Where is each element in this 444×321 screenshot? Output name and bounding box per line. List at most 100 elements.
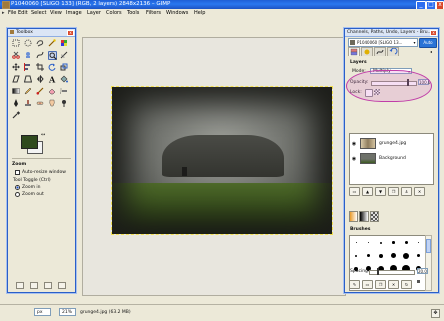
eraser-icon[interactable] (48, 87, 56, 95)
dodge-burn-icon[interactable] (60, 99, 68, 107)
dock-close-button[interactable]: x (430, 30, 437, 36)
crop-icon[interactable] (36, 63, 44, 71)
zoom-dropdown[interactable]: 21% (59, 308, 76, 316)
brush-tip[interactable] (413, 236, 425, 249)
rotate-icon[interactable] (48, 63, 56, 71)
menu-file[interactable]: File (8, 10, 16, 16)
toolbox-close-button[interactable]: x (67, 30, 74, 36)
bucket-fill-icon[interactable] (60, 75, 68, 83)
menu-windows[interactable]: Windows (166, 10, 188, 16)
menu-select[interactable]: Select (31, 10, 46, 16)
layer-row-grunge[interactable]: ◉ grunge4.jpg (350, 137, 433, 150)
menu-help[interactable]: Help (194, 10, 205, 16)
brush-tip[interactable] (363, 249, 375, 262)
perspective-icon[interactable] (24, 75, 32, 83)
spacing-slider-handle[interactable] (376, 268, 379, 275)
delete-options-icon[interactable] (44, 282, 52, 289)
tab-layers[interactable] (348, 47, 360, 56)
auto-resize-checkbox[interactable] (15, 170, 20, 175)
refresh-brushes-icon[interactable]: ↻ (401, 280, 412, 289)
save-options-icon[interactable] (16, 282, 24, 289)
tab-undo[interactable] (387, 47, 399, 56)
unit-dropdown[interactable]: px (34, 308, 51, 316)
window-title-bar[interactable]: P1040060 [SLIGO 133] (RGB, 2 layers) 284… (0, 0, 444, 10)
menu-colors[interactable]: Colors (106, 10, 122, 16)
paths-icon[interactable] (36, 51, 44, 59)
zoom-out-radio[interactable] (15, 192, 20, 197)
brush-tip[interactable] (400, 236, 412, 249)
tab-brushes[interactable] (359, 211, 369, 222)
delete-layer-icon[interactable]: ✕ (414, 187, 425, 196)
zoom-tool-icon[interactable] (48, 51, 57, 60)
tab-channels[interactable] (361, 47, 373, 56)
tab-gradients[interactable] (349, 211, 359, 222)
new-brush-icon[interactable]: ▭ (362, 280, 373, 289)
brush-tip[interactable] (400, 249, 412, 262)
shear-icon[interactable] (12, 75, 20, 83)
blend-icon[interactable] (12, 87, 20, 95)
panel-menu-icon[interactable]: ◂ (430, 49, 435, 54)
brush-tip[interactable] (363, 236, 375, 249)
eye-icon[interactable]: ◉ (350, 156, 358, 162)
menu-tools[interactable]: Tools (127, 10, 139, 16)
dock-title-bar[interactable]: Channels, Paths, Undo, Layers - Bru... x (345, 29, 438, 37)
swap-colors-icon[interactable]: ↔ (41, 133, 46, 138)
fuzzy-select-icon[interactable] (48, 39, 56, 47)
image-layer-photo[interactable] (111, 86, 333, 235)
brush-tip[interactable] (350, 249, 362, 262)
lower-layer-icon[interactable]: ▼ (375, 187, 386, 196)
menu-edit[interactable]: Edit (18, 10, 28, 16)
brushes-scroll-thumb[interactable] (426, 239, 431, 253)
new-layer-icon[interactable]: ▭ (349, 187, 360, 196)
heal-icon[interactable] (36, 99, 44, 107)
brush-tip[interactable] (350, 236, 362, 249)
brush-tip[interactable] (413, 249, 425, 262)
zoom-out-option[interactable]: Zoom out (15, 192, 44, 197)
restore-options-icon[interactable] (30, 282, 38, 289)
clone-icon[interactable] (24, 99, 32, 107)
delete-brush-icon[interactable]: ✕ (388, 280, 399, 289)
duplicate-brush-icon[interactable]: ❐ (375, 280, 386, 289)
tab-paths[interactable] (374, 47, 386, 56)
eye-icon[interactable]: ◉ (350, 141, 358, 147)
brush-tip[interactable] (375, 249, 387, 262)
menu-layer[interactable]: Layer (87, 10, 101, 16)
menu-filters[interactable]: Filters (146, 10, 161, 16)
edit-brush-icon[interactable]: ✎ (349, 280, 360, 289)
zoom-in-option[interactable]: Zoom in (15, 185, 41, 190)
auto-resize-option[interactable]: Auto-resize window (15, 170, 66, 175)
foreground-color-swatch[interactable] (21, 135, 38, 149)
measure-icon[interactable] (60, 51, 68, 59)
menu-image[interactable]: Image (66, 10, 82, 16)
navigate-icon[interactable]: ✥ (431, 309, 440, 318)
lasso-icon[interactable] (36, 39, 44, 47)
image-select-dropdown[interactable]: P1040060 [SLIGO 13... ▾ (348, 38, 418, 47)
text-icon[interactable]: A (48, 75, 56, 83)
color-picker-icon[interactable] (12, 111, 20, 119)
foreground-select-icon[interactable] (24, 51, 32, 59)
reset-options-icon[interactable] (58, 282, 66, 289)
brush-tip[interactable] (388, 236, 400, 249)
smudge-icon[interactable] (48, 99, 56, 107)
raise-layer-icon[interactable]: ▲ (362, 187, 373, 196)
brush-tip[interactable] (388, 249, 400, 262)
anchor-layer-icon[interactable]: ⚓ (401, 187, 412, 196)
duplicate-layer-icon[interactable]: ❐ (388, 187, 399, 196)
color-select-icon[interactable] (60, 39, 68, 47)
airbrush-icon[interactable] (60, 87, 68, 95)
rect-select-icon[interactable] (12, 39, 20, 47)
spacing-value-field[interactable]: 20.0 (417, 268, 428, 274)
move-icon[interactable] (12, 63, 20, 71)
ink-icon[interactable] (12, 99, 20, 107)
menu-view[interactable]: View (50, 10, 62, 16)
brush-tip[interactable] (375, 236, 387, 249)
pencil-icon[interactable] (24, 87, 32, 95)
toolbox-title-bar[interactable]: Toolbox x (8, 29, 75, 37)
zoom-in-radio[interactable] (15, 185, 20, 190)
tab-patterns[interactable] (369, 211, 379, 222)
scale-icon[interactable] (60, 63, 68, 71)
paintbrush-icon[interactable] (36, 87, 44, 95)
flip-icon[interactable] (36, 75, 44, 83)
align-icon[interactable] (24, 63, 32, 71)
scissors-icon[interactable] (12, 51, 20, 59)
